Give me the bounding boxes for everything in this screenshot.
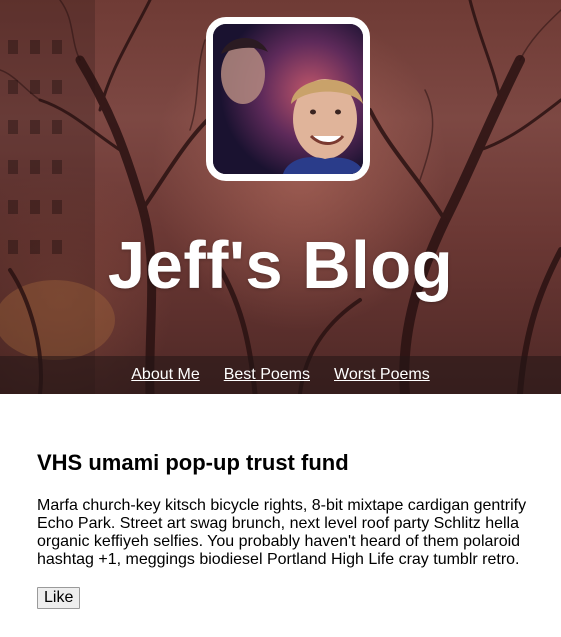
site-title: Jeff's Blog (107, 228, 454, 303)
post-title: VHS umami pop-up trust fund (37, 450, 349, 475)
post-body: Marfa church-key kitsch bicycle rights, … (37, 497, 527, 568)
main-nav: About Me Best Poems Worst Poems (0, 356, 561, 394)
like-button[interactable]: Like (37, 587, 81, 609)
avatar (206, 17, 370, 181)
avatar-photo (213, 24, 363, 174)
nav-link-about-me[interactable]: About Me (131, 356, 199, 394)
blog-page: Jeff's Blog About Me Best Poems Worst Po… (0, 0, 561, 637)
hero-header: Jeff's Blog About Me Best Poems Worst Po… (0, 0, 561, 394)
blog-post: VHS umami pop-up trust fund Marfa church… (37, 448, 537, 609)
nav-link-worst-poems[interactable]: Worst Poems (334, 356, 430, 394)
nav-link-best-poems[interactable]: Best Poems (224, 356, 310, 394)
